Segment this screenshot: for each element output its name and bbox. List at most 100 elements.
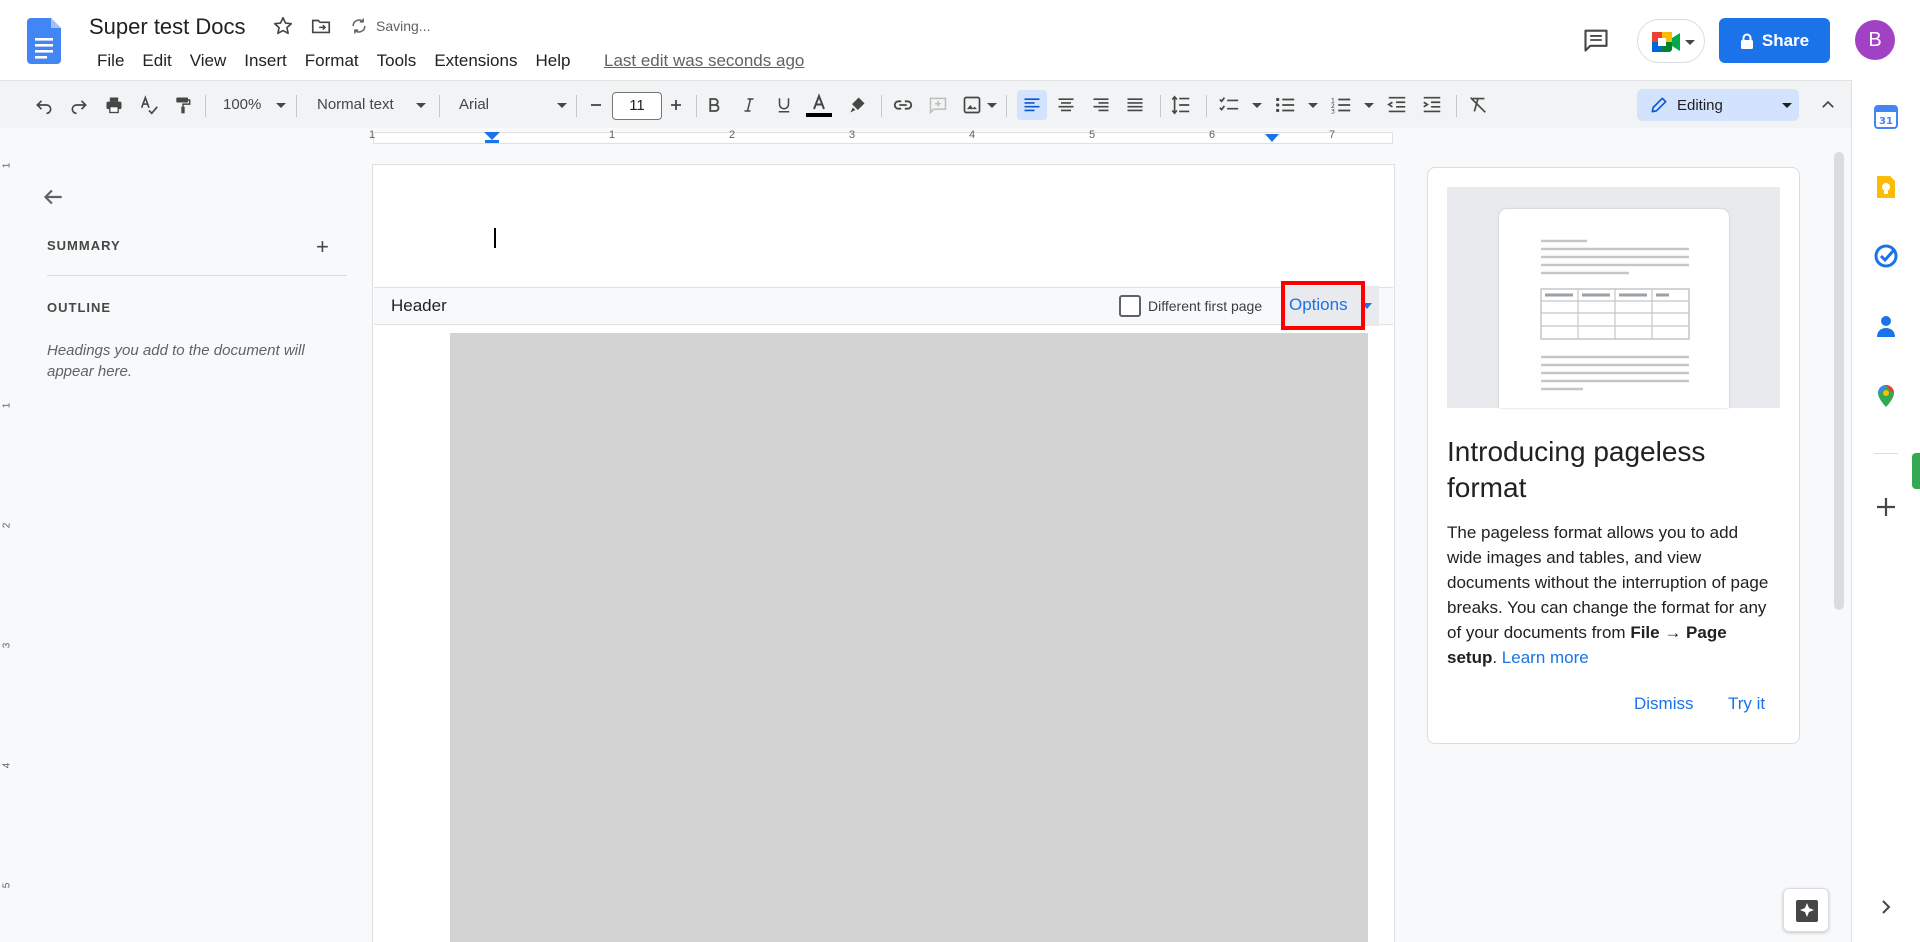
line-spacing-icon[interactable]	[1168, 92, 1194, 118]
ruler-mark: 4	[969, 129, 976, 141]
insert-link-icon[interactable]	[890, 92, 916, 118]
last-edit-link[interactable]: Last edit was seconds ago	[604, 50, 804, 72]
zoom-select[interactable]: 100%	[223, 94, 261, 116]
menu-insert[interactable]: Insert	[235, 50, 296, 72]
side-divider	[1874, 453, 1898, 454]
ruler-mark: 5	[1089, 129, 1096, 141]
menu-format[interactable]: Format	[296, 50, 368, 72]
calendar-icon[interactable]: 31	[1873, 104, 1899, 130]
print-icon[interactable]	[101, 92, 127, 118]
italic-icon[interactable]	[736, 92, 762, 118]
increase-indent-icon[interactable]	[1419, 92, 1445, 118]
pencil-icon	[1651, 97, 1667, 113]
align-center-icon[interactable]	[1053, 92, 1079, 118]
chevron-right-icon[interactable]	[1873, 894, 1899, 920]
decrease-indent-icon[interactable]	[1384, 92, 1410, 118]
image-placeholder[interactable]	[450, 333, 1368, 942]
ruler-track	[373, 132, 1393, 144]
clear-formatting-icon[interactable]	[1465, 92, 1491, 118]
font-select[interactable]: Arial	[459, 94, 489, 116]
menu-edit[interactable]: Edit	[133, 50, 180, 72]
style-select[interactable]: Normal text	[317, 94, 394, 116]
add-icon[interactable]	[1873, 494, 1899, 520]
editing-mode-select[interactable]: Editing	[1637, 89, 1799, 121]
summary-heading: SUMMARY	[47, 238, 121, 253]
menu-view[interactable]: View	[181, 50, 236, 72]
undo-icon[interactable]	[31, 92, 57, 118]
different-first-page-label[interactable]: Different first page	[1148, 298, 1262, 314]
collapse-menus-icon[interactable]	[1815, 92, 1841, 118]
different-first-page-checkbox[interactable]	[1119, 295, 1141, 317]
scrollbar[interactable]	[1834, 152, 1844, 610]
add-comment-icon[interactable]	[925, 92, 951, 118]
ruler-mark: 3	[849, 129, 856, 141]
learn-more-link[interactable]: Learn more	[1502, 648, 1589, 667]
checklist-icon[interactable]	[1216, 92, 1242, 118]
avatar[interactable]: B	[1855, 20, 1895, 60]
ruler-mark: 1	[1, 402, 13, 409]
menu-tools[interactable]: Tools	[368, 50, 426, 72]
bulleted-list-icon[interactable]	[1272, 92, 1298, 118]
vertical-ruler[interactable]: 1 1 2 3 4 5	[0, 148, 16, 942]
ruler-mark: 1	[1, 162, 13, 169]
docs-logo-icon[interactable]	[27, 18, 61, 64]
right-indent-icon[interactable]	[1265, 134, 1279, 143]
title-bar: Super test Docs Saving... File Edit View…	[0, 0, 1920, 80]
promo-title: Introducing pageless format	[1447, 436, 1706, 503]
promo-body: The pageless format allows you to add wi…	[1447, 520, 1777, 670]
paint-format-icon[interactable]	[170, 92, 196, 118]
ruler-mark: 1	[369, 129, 376, 141]
font-size-input[interactable]: 11	[612, 92, 662, 120]
try-it-button[interactable]: Try it	[1728, 694, 1765, 714]
numbered-list-icon[interactable]: 123	[1328, 92, 1354, 118]
ruler-mark: 3	[1, 642, 13, 649]
left-indent-icon[interactable]	[484, 132, 500, 144]
text-color-icon[interactable]	[806, 92, 832, 118]
bold-icon[interactable]	[701, 92, 727, 118]
keep-icon[interactable]	[1873, 174, 1899, 200]
explore-button[interactable]	[1783, 888, 1829, 932]
contacts-icon[interactable]	[1873, 313, 1899, 339]
maps-icon[interactable]	[1873, 383, 1899, 409]
align-left-icon[interactable]	[1017, 90, 1047, 120]
move-to-folder-icon[interactable]	[310, 15, 332, 37]
sync-icon	[349, 16, 369, 36]
redo-icon[interactable]	[66, 92, 92, 118]
menu-bar: File Edit View Insert Format Tools Exten…	[88, 50, 579, 72]
comments-icon[interactable]	[1582, 26, 1610, 54]
add-summary-icon[interactable]: +	[316, 234, 329, 260]
star-icon[interactable]	[272, 15, 294, 37]
header-label: Header	[391, 296, 447, 315]
dismiss-button[interactable]: Dismiss	[1634, 694, 1694, 714]
svg-text:31: 31	[1879, 116, 1893, 127]
menu-help[interactable]: Help	[526, 50, 579, 72]
ruler-mark: 7	[1329, 129, 1336, 141]
underline-icon[interactable]	[771, 92, 797, 118]
increase-font-size-icon[interactable]	[663, 92, 689, 118]
spellcheck-icon[interactable]	[136, 92, 162, 118]
share-button[interactable]: Share	[1719, 18, 1830, 63]
divider	[47, 275, 347, 276]
share-label: Share	[1761, 30, 1810, 50]
horizontal-ruler[interactable]: 1 1 2 3 4 5 6 7	[0, 128, 1851, 148]
side-indicator	[1912, 453, 1920, 489]
promo-doc-illustration	[1499, 209, 1729, 408]
saving-status: Saving...	[376, 18, 431, 34]
tasks-icon[interactable]	[1873, 243, 1899, 269]
toolbar: 100% Normal text Arial 11 123 Editing	[0, 80, 1851, 128]
insert-image-icon[interactable]	[959, 92, 985, 118]
meet-icon	[1652, 32, 1695, 52]
svg-text:3: 3	[1331, 107, 1335, 115]
menu-file[interactable]: File	[88, 50, 133, 72]
menu-extensions[interactable]: Extensions	[425, 50, 526, 72]
align-right-icon[interactable]	[1088, 92, 1114, 118]
meet-button[interactable]	[1637, 19, 1705, 63]
ruler-mark: 6	[1209, 129, 1216, 141]
decrease-font-size-icon[interactable]	[583, 92, 609, 118]
justify-icon[interactable]	[1122, 92, 1148, 118]
close-outline-arrow-icon[interactable]	[40, 184, 66, 210]
explore-icon	[1796, 900, 1818, 922]
highlight-color-icon[interactable]	[844, 92, 870, 118]
outline-heading: OUTLINE	[47, 300, 112, 315]
document-title[interactable]: Super test Docs	[89, 14, 246, 40]
